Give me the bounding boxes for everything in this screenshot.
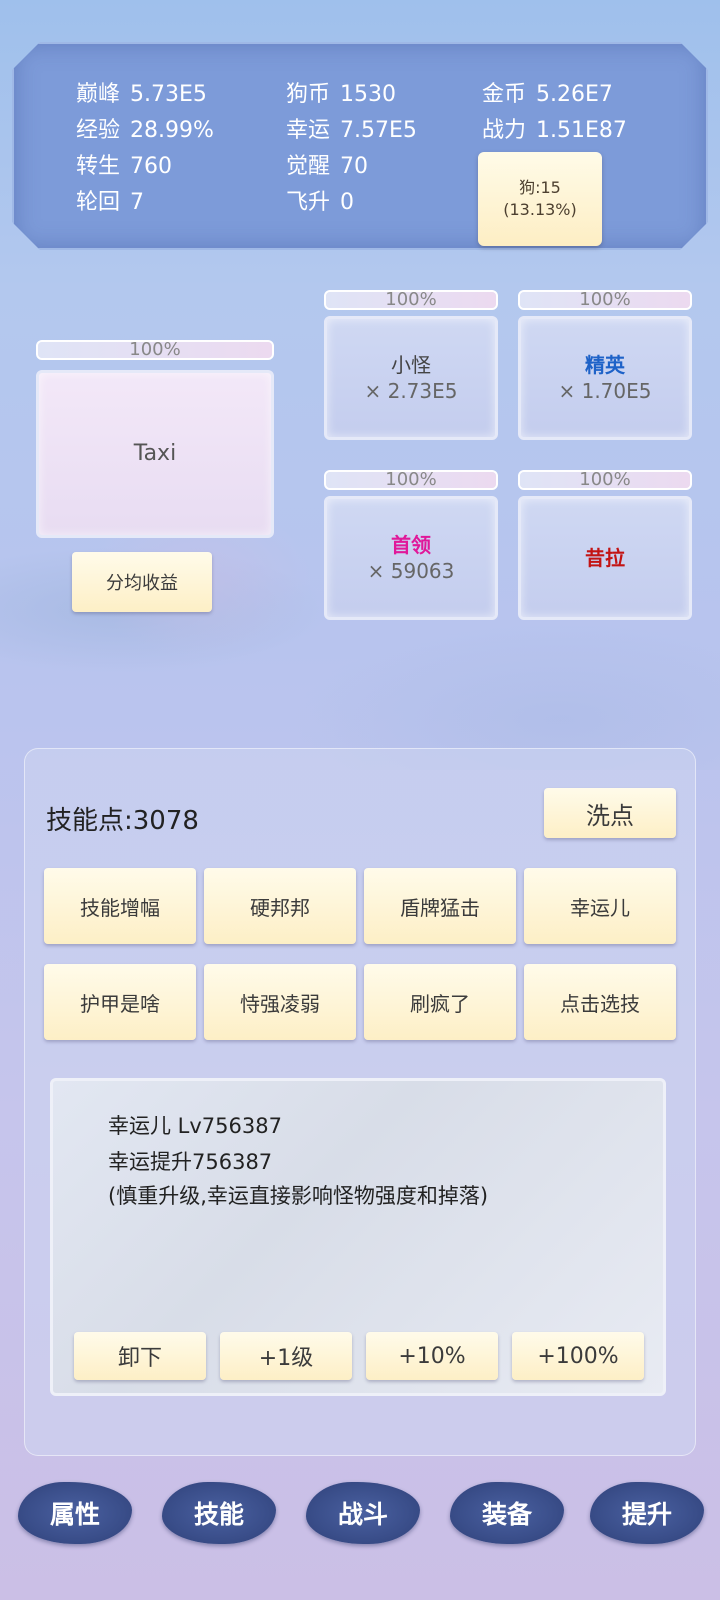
stats-panel	[12, 42, 708, 250]
level-up-10pct-button[interactable]: +10%	[366, 1332, 498, 1380]
skill-button-label: 硬邦邦	[250, 895, 310, 920]
stat-ascend: 飞升 0	[286, 190, 355, 215]
skill-button-label: 盾牌猛击	[400, 895, 480, 920]
dog-button[interactable]: 狗:15 (13.13%)	[478, 152, 602, 246]
monster-name: 精英	[585, 353, 625, 377]
main-target-card[interactable]: Taxi	[36, 370, 274, 538]
stat-cycle: 轮回 7	[76, 190, 145, 215]
monster-card-elite[interactable]: 精英 × 1.70E5	[518, 316, 692, 440]
skill-button[interactable]: 技能增幅	[44, 868, 196, 944]
nav-label: 装备	[481, 1500, 532, 1529]
nav-attributes[interactable]: 属性	[18, 1482, 132, 1544]
reset-skills-label: 洗点	[586, 801, 634, 830]
skill-button[interactable]: 幸运儿	[524, 868, 676, 944]
monster-count: × 2.73E5	[364, 379, 458, 403]
monster-progress-bar: 100%	[518, 290, 692, 310]
level-up-1-label: +1级	[258, 1346, 314, 1371]
share-income-button[interactable]: 分均收益	[72, 552, 212, 612]
level-up-100pct-button[interactable]: +100%	[512, 1332, 644, 1380]
skill-button[interactable]: 护甲是啥	[44, 964, 196, 1040]
stat-dogcoin: 狗币 1530	[286, 82, 397, 107]
monster-progress-bar: 100%	[518, 470, 692, 490]
skill-button-label: 点击选技	[560, 991, 640, 1016]
main-progress-bar: 100%	[36, 340, 274, 360]
level-up-100pct-label: +100%	[537, 1343, 619, 1369]
skill-button-label: 技能增幅	[80, 895, 160, 920]
skill-desc-title: 幸运儿 Lv756387	[108, 1114, 282, 1138]
monster-card-minion[interactable]: 小怪 × 2.73E5	[324, 316, 498, 440]
skill-desc-note: (慎重升级,幸运直接影响怪物强度和掉落)	[108, 1184, 489, 1208]
monster-progress-text: 100%	[385, 470, 437, 490]
share-income-label: 分均收益	[106, 573, 178, 594]
nav-label: 战斗	[337, 1500, 388, 1529]
nav-equipment[interactable]: 装备	[450, 1482, 564, 1544]
nav-label: 提升	[621, 1500, 672, 1529]
monster-name: 首领	[391, 533, 431, 557]
skill-button[interactable]: 刷疯了	[364, 964, 516, 1040]
main-target-name: Taxi	[133, 441, 177, 466]
monster-name: 小怪	[391, 353, 431, 377]
skill-button-label: 护甲是啥	[80, 991, 160, 1016]
level-up-1-button[interactable]: +1级	[220, 1332, 352, 1380]
nav-upgrade[interactable]: 提升	[590, 1482, 704, 1544]
stat-power: 战力 1.51E87	[482, 118, 627, 143]
stat-exp: 经验 28.99%	[76, 118, 214, 143]
unequip-label: 卸下	[117, 1346, 162, 1371]
nav-skills[interactable]: 技能	[162, 1482, 276, 1544]
skill-button[interactable]: 恃强凌弱	[204, 964, 356, 1040]
skill-points: 技能点:3078	[46, 806, 199, 836]
monster-card-special[interactable]: 昔拉	[518, 496, 692, 620]
stat-rebirth: 转生 760	[76, 154, 173, 179]
skill-button-label: 幸运儿	[570, 895, 630, 920]
nav-label: 属性	[49, 1500, 100, 1529]
unequip-button[interactable]: 卸下	[74, 1332, 206, 1380]
skill-button-label: 恃强凌弱	[240, 991, 320, 1016]
stat-gold: 金币 5.26E7	[482, 82, 613, 107]
level-up-10pct-label: +10%	[398, 1343, 466, 1369]
main-progress-text: 100%	[129, 340, 181, 360]
skill-desc-effect: 幸运提升756387	[108, 1150, 273, 1174]
stat-luck: 幸运 7.57E5	[286, 118, 417, 143]
reset-skills-button[interactable]: 洗点	[544, 788, 676, 838]
dog-percent: (13.13%)	[503, 200, 577, 219]
skill-button[interactable]: 硬邦邦	[204, 868, 356, 944]
nav-battle[interactable]: 战斗	[306, 1482, 420, 1544]
stat-peak: 巅峰 5.73E5	[76, 82, 207, 107]
dog-count: 狗:15	[519, 178, 561, 197]
nav-label: 技能	[193, 1500, 244, 1529]
skill-button[interactable]: 盾牌猛击	[364, 868, 516, 944]
skill-button-label: 刷疯了	[410, 991, 470, 1016]
monster-count: × 1.70E5	[558, 379, 652, 403]
monster-card-boss[interactable]: 首领 × 59063	[324, 496, 498, 620]
monster-progress-bar: 100%	[324, 470, 498, 490]
skill-button[interactable]: 点击选技	[524, 964, 676, 1040]
monster-progress-bar: 100%	[324, 290, 498, 310]
monster-progress-text: 100%	[385, 290, 437, 310]
monster-name: 昔拉	[585, 546, 625, 570]
monster-progress-text: 100%	[579, 470, 631, 490]
monster-count: × 59063	[367, 559, 455, 583]
stat-awaken: 觉醒 70	[286, 154, 369, 179]
monster-progress-text: 100%	[579, 290, 631, 310]
